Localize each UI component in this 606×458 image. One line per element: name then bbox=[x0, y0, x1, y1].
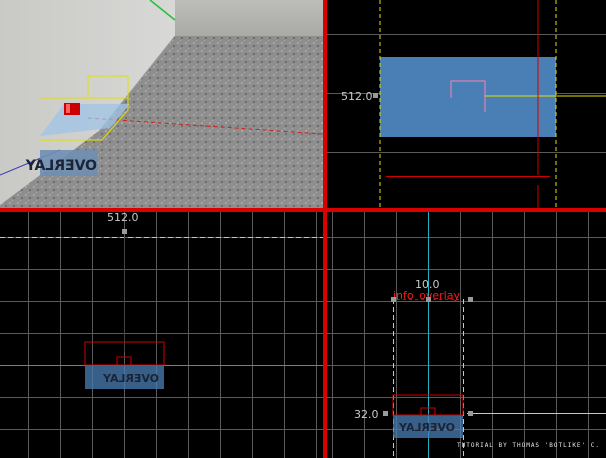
side-handle-top-left[interactable] bbox=[391, 297, 396, 302]
back-wall bbox=[175, 0, 323, 36]
side-decal-text: OVERLAY bbox=[398, 421, 455, 434]
side-handle-mid-right[interactable] bbox=[468, 411, 473, 416]
overlay-brush bbox=[380, 57, 556, 137]
viewport-divider-vertical[interactable] bbox=[323, 0, 327, 458]
front-handle[interactable] bbox=[122, 229, 127, 234]
tutorial-credit: TUTORIAL BY THOMAS 'BOTLIKE' C. bbox=[457, 442, 600, 449]
top-handle[interactable] bbox=[373, 93, 378, 98]
side-viewport[interactable]: OVERLAY 10.0 info_overlay 32.0 bbox=[327, 212, 606, 458]
top-coord-label: 512.0 bbox=[341, 90, 373, 103]
camera-viewport[interactable]: OVERLAY bbox=[0, 0, 323, 208]
front-decal-text: OVERLAY bbox=[102, 372, 159, 385]
side-coord-label: 32.0 bbox=[354, 408, 379, 421]
viewport-divider-horizontal[interactable] bbox=[0, 208, 606, 212]
front-viewport[interactable]: OVERLAY 512.0 bbox=[0, 212, 323, 458]
top-viewport[interactable]: 512.0 bbox=[327, 0, 606, 208]
camera-decal-text: OVERLAY bbox=[25, 158, 97, 174]
side-handle-top-right[interactable] bbox=[468, 297, 473, 302]
side-handle-top-center[interactable] bbox=[426, 297, 431, 302]
side-handle-mid-left[interactable] bbox=[383, 411, 388, 416]
front-coord-label: 512.0 bbox=[107, 212, 139, 224]
